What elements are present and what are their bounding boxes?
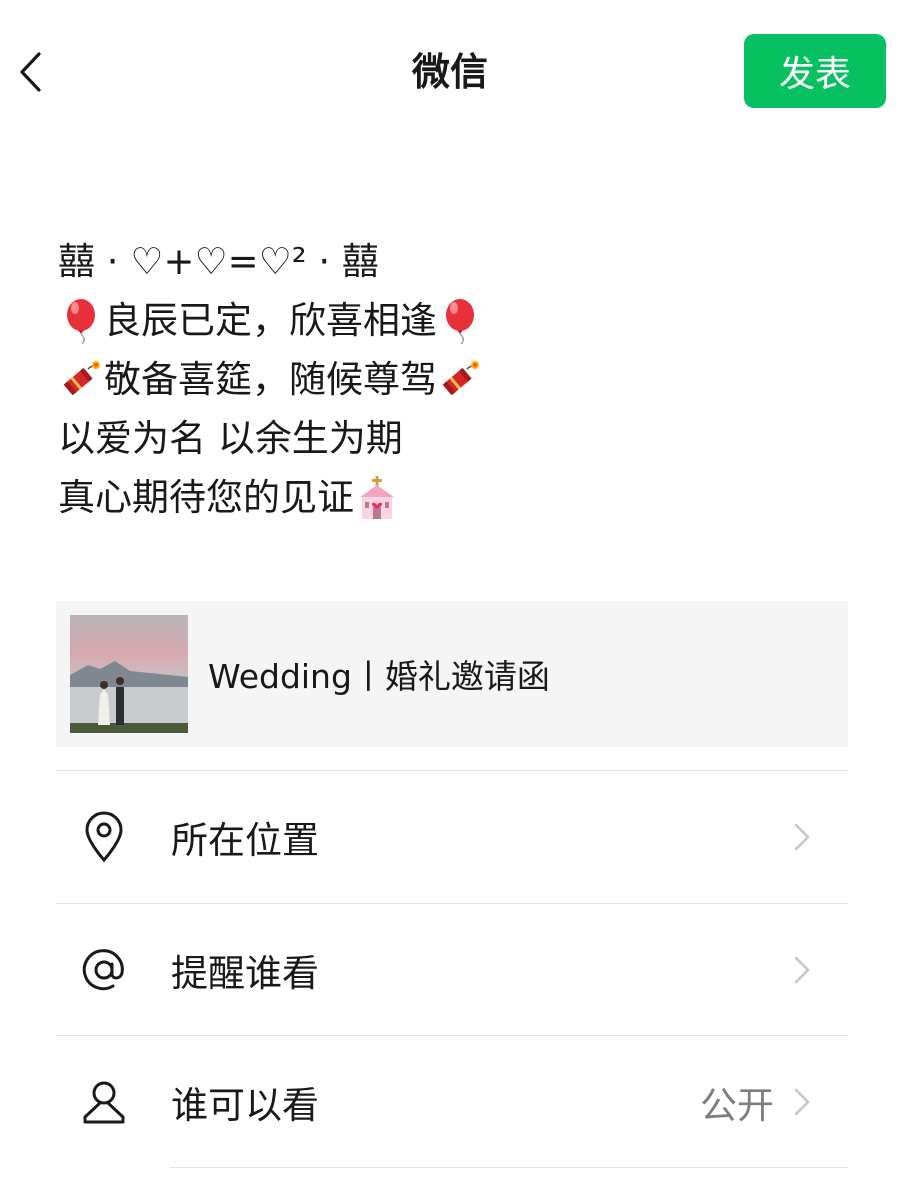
person-icon (78, 1076, 130, 1128)
option-label: 所在位置 (171, 818, 319, 862)
post-line-text: 以爱为名 以余生为期 (58, 417, 403, 460)
chevron-right-icon (794, 1088, 810, 1116)
post-line: 良辰已定，欣喜相逢 (58, 291, 858, 350)
post-line: 敬备喜筵，随候尊驾 (58, 350, 858, 409)
chevron-right-icon (794, 956, 810, 984)
location-pin-icon (78, 811, 130, 863)
visibility-value: 公开 (700, 1083, 774, 1127)
publish-button[interactable]: 发表 (744, 34, 886, 108)
post-line-text: 囍 · ♡+♡=♡² · 囍 (58, 240, 379, 283)
post-text-area[interactable]: 囍 · ♡+♡=♡² · 囍 良辰已定，欣喜相逢 敬备喜筵，随候尊驾 以爱为名 … (58, 232, 858, 527)
link-card-title: Wedding丨婚礼邀请函 (208, 657, 550, 696)
option-location[interactable]: 所在位置 (56, 771, 848, 902)
post-line-text: 敬备喜筵，随候尊驾 (104, 358, 437, 401)
post-line: 囍 · ♡+♡=♡² · 囍 (58, 232, 858, 291)
firecracker-icon (437, 357, 483, 403)
chevron-right-icon (794, 823, 810, 851)
balloon-icon (437, 298, 483, 344)
at-sign-icon (78, 944, 130, 996)
option-label: 提醒谁看 (171, 951, 319, 995)
post-line: 真心期待您的见证 (58, 468, 858, 527)
divider (170, 1167, 848, 1168)
top-bar: 微信 发表 (0, 0, 900, 145)
post-line-text: 良辰已定，欣喜相逢 (104, 299, 437, 342)
firecracker-icon (58, 357, 104, 403)
option-visibility[interactable]: 谁可以看 公开 (56, 1036, 848, 1167)
post-line-text: 真心期待您的见证 (58, 476, 354, 519)
balloon-icon (58, 298, 104, 344)
link-card[interactable]: Wedding丨婚礼邀请函 (56, 601, 848, 747)
wedding-chapel-icon (354, 475, 400, 521)
post-line: 以爱为名 以余生为期 (58, 409, 858, 468)
option-label: 谁可以看 (171, 1083, 319, 1127)
option-remind[interactable]: 提醒谁看 (56, 904, 848, 1035)
wedding-photo-thumbnail (70, 615, 188, 733)
